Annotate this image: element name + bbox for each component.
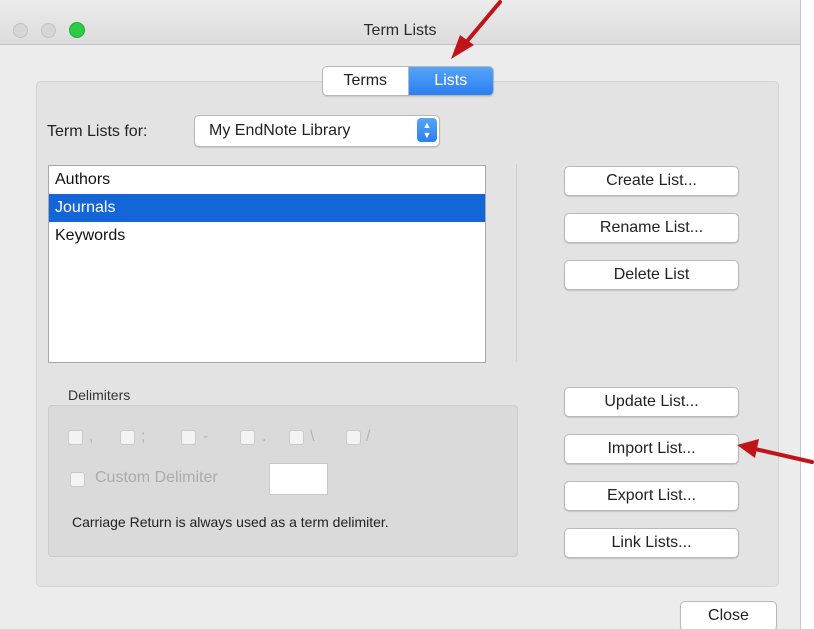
library-select[interactable]: My EndNote Library ▲ ▼ [194, 115, 440, 147]
custom-delimiter-label: Custom Delimiter [95, 469, 218, 486]
hyphen-delimiter-checkbox[interactable] [181, 430, 196, 445]
list-item[interactable]: Authors [49, 166, 485, 194]
update-list-button[interactable]: Update List... [564, 387, 739, 417]
delimiters-label: Delimiters [68, 387, 131, 403]
link-lists-button[interactable]: Link Lists... [564, 528, 739, 558]
comma-delimiter-label: , [89, 428, 94, 445]
comma-delimiter-checkbox[interactable] [68, 430, 83, 445]
delete-list-button[interactable]: Delete List [564, 260, 739, 290]
close-button[interactable]: Close [680, 601, 777, 629]
semicolon-delimiter-label: ; [141, 428, 146, 445]
hyphen-delimiter-label: - [203, 428, 209, 445]
semicolon-delimiter-checkbox[interactable] [120, 430, 135, 445]
tab-lists[interactable]: Lists [408, 67, 493, 95]
window-title: Term Lists [363, 22, 437, 39]
slash-delimiter-checkbox[interactable] [346, 430, 361, 445]
list-item[interactable]: Journals [49, 194, 485, 222]
period-delimiter-checkbox[interactable] [240, 430, 255, 445]
custom-delimiter-checkbox[interactable] [70, 472, 85, 487]
carriage-return-note: Carriage Return is always used as a term… [72, 514, 389, 530]
backslash-delimiter-label: \ [310, 428, 315, 445]
import-list-button[interactable]: Import List... [564, 434, 739, 464]
rename-list-button[interactable]: Rename List... [564, 213, 739, 243]
tab-terms[interactable]: Terms [323, 67, 409, 95]
view-segmented-control: Terms Lists [322, 66, 494, 96]
backslash-delimiter-checkbox[interactable] [289, 430, 304, 445]
slash-delimiter-label: / [366, 428, 371, 445]
library-select-value: My EndNote Library [209, 122, 351, 139]
custom-delimiter-input[interactable] [269, 463, 328, 495]
create-list-button[interactable]: Create List... [564, 166, 739, 196]
export-list-button[interactable]: Export List... [564, 481, 739, 511]
term-lists-listbox[interactable]: Authors Journals Keywords [48, 165, 486, 363]
updown-chevron-icon: ▲ ▼ [417, 118, 437, 142]
title-bar: Term Lists [0, 0, 800, 45]
term-lists-for-label: Term Lists for: [47, 123, 148, 140]
term-lists-window: Term Lists Terms Lists Term Lists for: M… [0, 0, 801, 629]
period-delimiter-label: . [262, 428, 267, 445]
divider [516, 164, 517, 362]
list-item[interactable]: Keywords [49, 222, 485, 250]
